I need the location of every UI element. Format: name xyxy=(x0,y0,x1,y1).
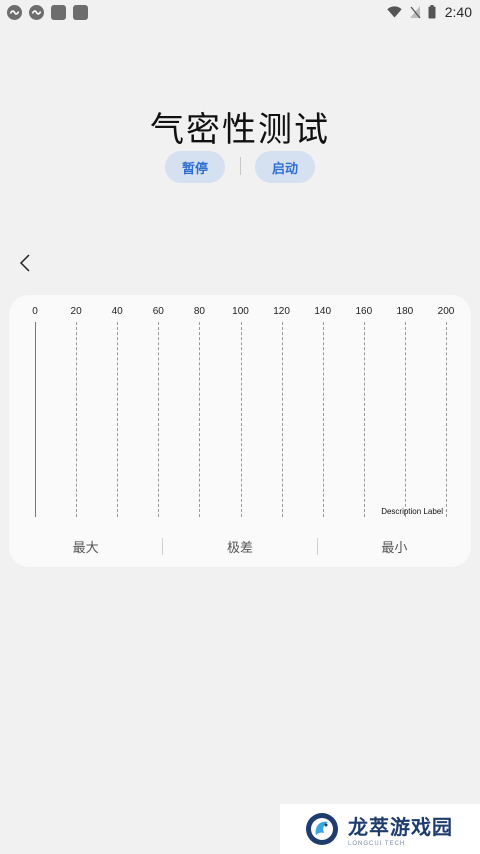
back-button[interactable] xyxy=(14,250,36,276)
description-label: Description Label xyxy=(381,507,443,516)
pause-button[interactable]: 暂停 xyxy=(165,151,225,183)
chevron-left-icon xyxy=(19,254,30,272)
grid-line xyxy=(158,322,160,517)
status-time: 2:40 xyxy=(444,4,472,20)
x-tick-label: 40 xyxy=(111,306,123,317)
stat-range-label: 极差 xyxy=(226,540,253,556)
app-notification-icon xyxy=(7,4,22,20)
watermark-text: 龙萃游戏园 LONGCUI TECH xyxy=(348,811,453,847)
grid-line xyxy=(446,322,447,517)
x-tick-label: 0 xyxy=(32,306,38,317)
stat-max-label: 最大 xyxy=(72,540,99,556)
grid-line xyxy=(322,322,324,517)
grid-line xyxy=(281,322,283,517)
x-tick-label: 80 xyxy=(193,306,205,317)
stats-row: 最大 极差 最小 xyxy=(9,536,471,556)
no-signal-icon xyxy=(409,6,421,19)
grid-line xyxy=(404,322,406,517)
watermark-subtitle: LONGCUI TECH xyxy=(348,841,406,847)
x-tick-label: 60 xyxy=(152,306,164,317)
y-axis-line xyxy=(35,322,36,517)
chart-card: 0 20 40 60 80 100 120 140 160 180 200 Description … xyxy=(9,295,471,567)
battery-icon xyxy=(428,5,436,19)
page-title: 气密性测试 xyxy=(150,110,330,150)
watermark-title: 龙萃游戏园 xyxy=(348,815,453,839)
x-tick-label: 200 xyxy=(437,306,455,317)
grid-line xyxy=(240,322,242,517)
x-tick-label: 140 xyxy=(314,306,332,317)
watermark: 龙萃游戏园 LONGCUI TECH xyxy=(280,804,480,854)
dragon-logo-icon xyxy=(306,813,338,845)
grid-line xyxy=(199,322,201,517)
system-status: 2:40 xyxy=(387,4,472,20)
start-button[interactable]: 启动 xyxy=(255,151,315,183)
wifi-icon xyxy=(387,6,402,18)
grid-line xyxy=(363,322,365,517)
x-tick-label: 100 xyxy=(232,306,249,317)
notification-area xyxy=(7,4,88,20)
x-tick-label: 160 xyxy=(355,306,373,317)
x-tick-label: 20 xyxy=(70,306,82,317)
grid-line xyxy=(117,322,119,517)
x-tick-label: 180 xyxy=(396,306,414,317)
pill-divider xyxy=(240,157,241,175)
x-tick-label: 120 xyxy=(273,306,290,317)
app-square-icon xyxy=(51,4,66,20)
grid-line xyxy=(76,322,78,517)
app-square-icon xyxy=(73,4,88,20)
status-bar: 2:40 xyxy=(0,0,480,24)
stat-min-label: 最小 xyxy=(381,540,408,556)
app-notification-icon xyxy=(29,4,44,20)
